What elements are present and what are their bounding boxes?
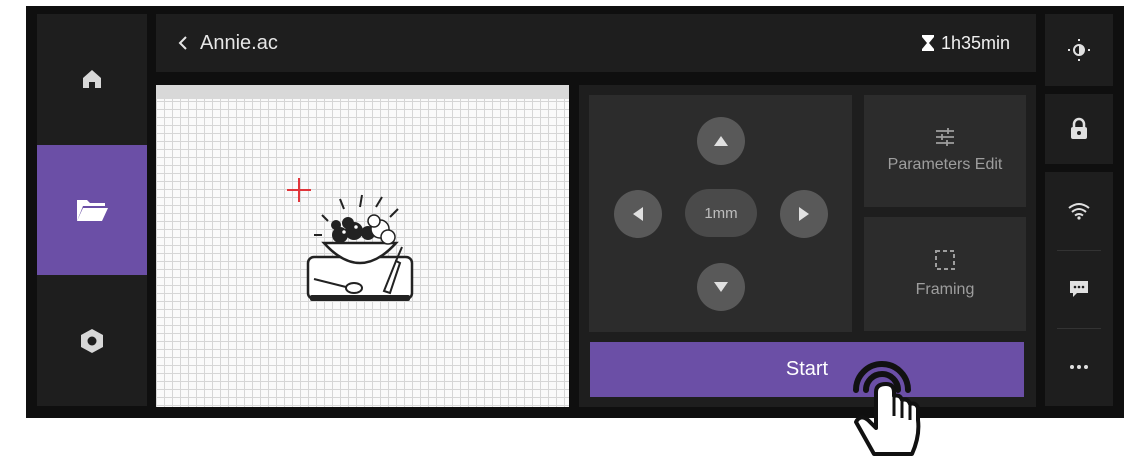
lock-icon: [1071, 117, 1087, 139]
tap-gesture-hand-icon: [853, 361, 921, 456]
arrow-up-icon: [714, 136, 728, 146]
framing-icon: [935, 250, 955, 270]
lock-button[interactable]: [1045, 94, 1113, 164]
arrow-left-icon: [633, 207, 643, 221]
work-area-ruler: [156, 85, 569, 99]
sliders-icon: [936, 128, 954, 146]
left-navigation: [37, 14, 147, 406]
job-time: 1h35min: [921, 33, 1010, 54]
jog-left-button[interactable]: [614, 190, 662, 238]
work-area-preview[interactable]: [156, 85, 569, 407]
jog-up-button[interactable]: [697, 117, 745, 165]
back-button[interactable]: Annie.ac: [178, 32, 278, 55]
nav-files[interactable]: [37, 145, 147, 275]
job-time-value: 1h35min: [940, 32, 1010, 53]
message-button[interactable]: [1045, 250, 1113, 328]
settings-hexagon-icon: [81, 329, 103, 353]
arrow-down-icon: [714, 282, 728, 292]
chevron-left-icon: [178, 36, 187, 50]
wifi-icon: [1068, 203, 1090, 220]
nav-home[interactable]: [37, 14, 147, 144]
jog-down-button[interactable]: [697, 263, 745, 311]
home-icon: [83, 70, 101, 88]
message-icon: [1070, 281, 1088, 297]
hourglass-icon: [921, 35, 934, 51]
file-name: Annie.ac: [200, 31, 278, 54]
nav-settings[interactable]: [37, 276, 147, 406]
framing-button[interactable]: Framing: [864, 217, 1026, 331]
brightness-icon: [1068, 39, 1090, 61]
parameters-edit-label: Parameters Edit: [887, 156, 1003, 173]
more-button[interactable]: [1045, 328, 1113, 406]
status-group: [1045, 172, 1113, 406]
start-button[interactable]: Start: [590, 342, 1024, 397]
arrow-right-icon: [799, 207, 809, 221]
wifi-button[interactable]: [1045, 172, 1113, 250]
design-preview-image: [306, 194, 414, 301]
parameters-edit-button[interactable]: Parameters Edit: [864, 95, 1026, 207]
top-bar: Annie.ac 1h35min: [156, 14, 1036, 72]
framing-label: Framing: [915, 281, 975, 298]
jog-step-size[interactable]: 1mm: [685, 189, 757, 237]
brightness-button[interactable]: [1045, 14, 1113, 86]
folder-icon: [77, 200, 108, 221]
more-icon: [1070, 365, 1088, 369]
jog-right-button[interactable]: [780, 190, 828, 238]
